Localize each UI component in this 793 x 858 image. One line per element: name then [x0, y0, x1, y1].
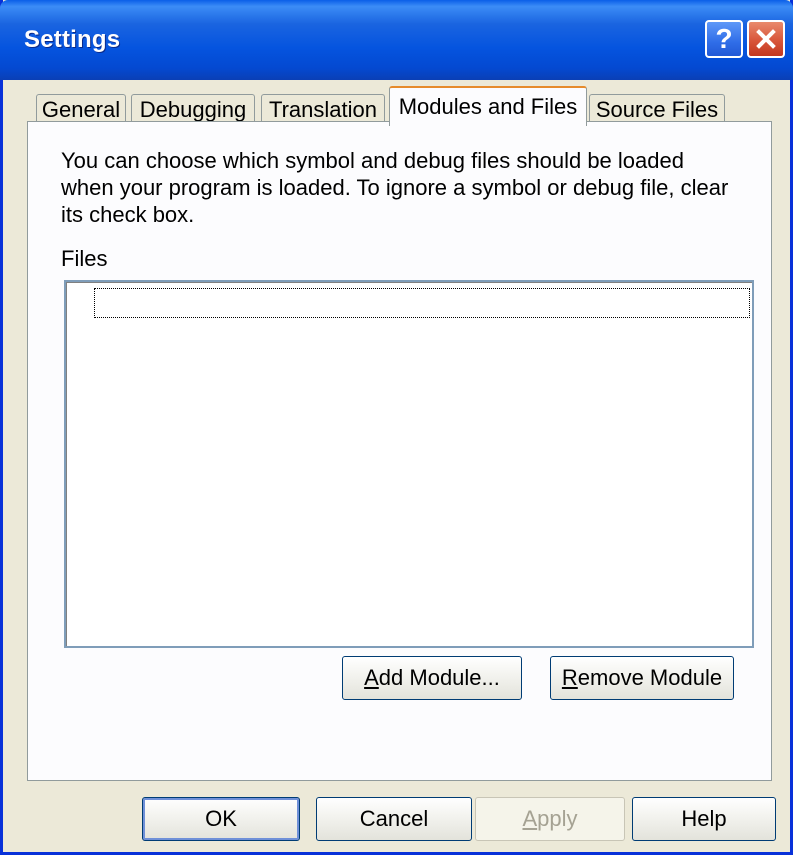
apply-accel: A	[522, 806, 538, 831]
add-module-label: dd Module...	[378, 665, 500, 690]
ok-button[interactable]: OK	[142, 797, 300, 841]
title-bar[interactable]: Settings ?	[0, 0, 793, 80]
remove-module-button[interactable]: Remove Module	[550, 656, 734, 700]
help-button[interactable]: ?	[705, 20, 743, 58]
tab-modules-and-files[interactable]: Modules and Files	[389, 86, 587, 126]
remove-module-label: emove Module	[577, 665, 723, 690]
tab-source-files[interactable]: Source Files	[589, 94, 725, 124]
files-list[interactable]	[64, 280, 754, 648]
tab-debugging[interactable]: Debugging	[131, 94, 255, 124]
close-button[interactable]	[747, 20, 785, 58]
tab-strip: General Debugging Translation Modules an…	[3, 84, 783, 126]
list-item[interactable]	[94, 288, 750, 318]
tab-translation[interactable]: Translation	[261, 94, 385, 124]
tab-panel: You can choose which symbol and debug fi…	[27, 121, 772, 781]
remove-module-accel: R	[561, 665, 578, 690]
add-module-accel: A	[364, 665, 379, 690]
apply-button[interactable]: Apply	[475, 797, 625, 841]
add-module-button[interactable]: Add Module...	[342, 656, 522, 700]
tab-general[interactable]: General	[36, 94, 126, 124]
help-icon: ?	[715, 23, 733, 54]
help-dialog-button[interactable]: Help	[632, 797, 776, 841]
settings-dialog: Settings ? General Debugging Translation…	[0, 0, 793, 855]
apply-label: pply	[537, 806, 578, 831]
description-text: You can choose which symbol and debug fi…	[61, 148, 729, 227]
close-icon	[756, 29, 776, 49]
cancel-button[interactable]: Cancel	[316, 797, 472, 841]
window-title: Settings	[24, 26, 121, 53]
files-label: Files	[61, 246, 108, 271]
